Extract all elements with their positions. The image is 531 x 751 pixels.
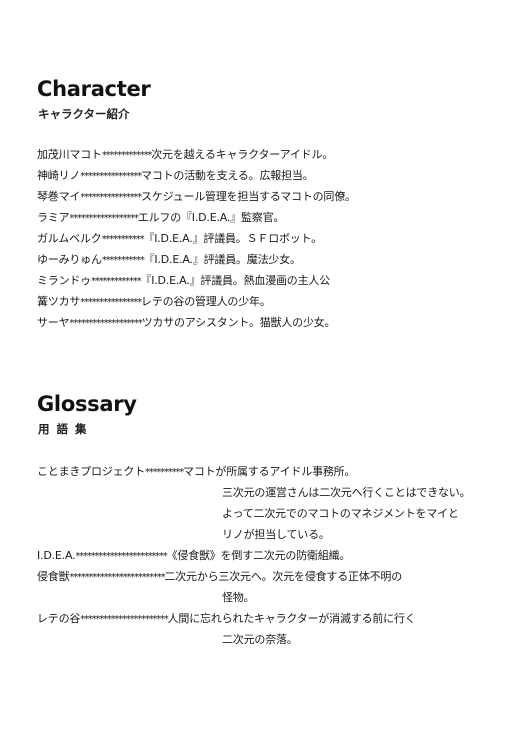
glossary-entry: I.D.E.A.************************《侵食獣》を倒す… [37,547,350,566]
glossary-subtitle: 用語集 [38,422,94,436]
character-stars: ************* [101,150,153,161]
character-stars: *********** [101,234,145,245]
character-entry: 琴巻マイ****************スケジュール管理を担当するマコトの同僚。 [37,188,356,207]
character-name: サーヤ [37,316,70,329]
glossary-stars: ************************ [75,551,167,562]
character-stars: ******************* [69,318,142,329]
glossary-stars: *********************** [80,614,169,625]
character-desc: 『I.D.E.A.』評議員。魔法少女。 [143,253,301,266]
glossary-desc-line: 人間に忘れられたキャラクターが消滅する前に行く [167,612,416,625]
glossary-desc-line: 三次元の運営さんは二次元へ行くことはできない。 [222,486,471,499]
character-entry: ラミア******************エルフの『I.D.E.A.』監察官。 [37,209,284,228]
character-stars: ************* [91,276,142,287]
glossary-stars: ********** [145,467,184,478]
glossary-desc-line: よって二次元でのマコトのマネジメントをマイと [222,507,459,520]
glossary-entry: 侵食獣*************************二次元から三次元へ。次元… [37,568,402,587]
character-title: Character [37,77,151,101]
glossary-term: 侵食獣 [37,570,70,583]
glossary-entry: ことまきプロジェクト**********マコトが所属するアイドル事務所。 [37,463,355,482]
character-name: 加茂川マコト [37,148,102,161]
character-desc: エルフの『I.D.E.A.』監察官。 [137,211,285,224]
character-entry: ミランドゥ*************『I.D.E.A.』評議員。熱血漫画の主人公 [37,272,330,291]
character-desc: 『I.D.E.A.』評議員。ＳＦロボット。 [143,232,322,245]
character-desc: 次元を越えるキャラクターアイドル。 [151,148,334,161]
character-stars: *********** [101,255,145,266]
glossary-desc-line: マコトが所属するアイドル事務所。 [183,465,356,478]
character-desc: レテの谷の管理人の少年。 [141,295,271,308]
character-desc: スケジュール管理を担当するマコトの同僚。 [141,190,356,203]
glossary-desc-line: リノが担当している。 [222,528,330,541]
character-stars: **************** [80,297,142,308]
glossary-term: ことまきプロジェクト [37,465,145,478]
character-name: 神崎リノ [37,169,81,182]
character-stars: ****************** [69,213,139,224]
character-name: ガルムベルク [37,232,102,245]
character-stars: **************** [80,171,142,182]
character-name: 琴巻マイ [37,190,81,203]
glossary-term: レテの谷 [37,612,81,625]
glossary-desc-line: 二次元から三次元へ。次元を侵食する正体不明の [164,570,403,583]
glossary-desc-line: 怪物。 [222,591,255,604]
character-entry: ガルムベルク***********『I.D.E.A.』評議員。ＳＦロボット。 [37,230,322,249]
character-entry: ゆーみりゅん***********『I.D.E.A.』評議員。魔法少女。 [37,251,301,270]
character-desc: ツカサのアシスタント。猫獣人の少女。 [141,316,336,329]
glossary-stars: ************************* [69,572,165,583]
glossary-desc-line: 《侵食獣》を倒す二次元の防衛組織。 [166,549,351,562]
character-entry: 加茂川マコト*************次元を越えるキャラクターアイドル。 [37,146,333,165]
character-name: ゆーみりゅん [37,253,102,266]
character-stars: **************** [80,192,142,203]
character-entry: 篝ツカサ****************レテの谷の管理人の少年。 [37,293,271,312]
character-entry: サーヤ*******************ツカサのアシスタント。猫獣人の少女。 [37,314,336,333]
glossary-entry: レテの谷***********************人間に忘れられたキャラクタ… [37,610,416,629]
glossary-desc-line: 二次元の奈落。 [222,633,298,646]
character-desc: 『I.D.E.A.』評議員。熱血漫画の主人公 [140,274,330,287]
page: Character キャラクター紹介 加茂川マコト*************次元… [0,0,531,751]
character-name: ミランドゥ [37,274,91,287]
character-subtitle: キャラクター紹介 [38,107,130,121]
character-name: ラミア [37,211,70,224]
character-entry: 神崎リノ****************マコトの活動を支える。広報担当。 [37,167,314,186]
glossary-title: Glossary [37,392,137,416]
glossary-term: I.D.E.A. [37,549,76,562]
character-desc: マコトの活動を支える。広報担当。 [141,169,314,182]
character-name: 篝ツカサ [37,295,81,308]
